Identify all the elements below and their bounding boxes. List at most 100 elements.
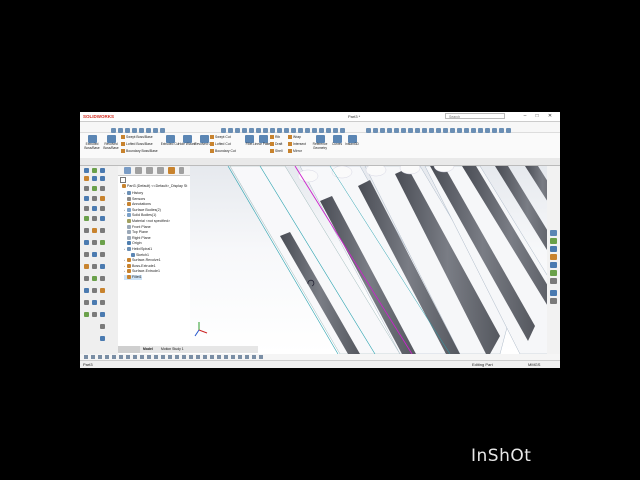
- toolbar-icon[interactable]: [100, 176, 105, 181]
- toolbar-icon[interactable]: [92, 288, 97, 293]
- rib-button[interactable]: Rib: [270, 135, 280, 140]
- task-pane-resources-icon[interactable]: [550, 238, 557, 244]
- toolbar-icon[interactable]: [100, 240, 105, 245]
- tree-item[interactable]: › History: [124, 191, 143, 196]
- toolbar-icon[interactable]: [100, 216, 105, 221]
- tree-item[interactable]: › Surface-Revolve1: [124, 258, 161, 263]
- lofted-boss-button[interactable]: Lofted Boss/Base: [121, 142, 153, 147]
- sketch-toolbar-icons[interactable]: [84, 355, 264, 359]
- maximize-button[interactable]: □: [532, 112, 542, 121]
- tree-item[interactable]: › Surface Bodies(2): [124, 208, 161, 213]
- boundary-boss-button[interactable]: Boundary Boss/Base: [121, 149, 158, 154]
- toolbar-icon[interactable]: [92, 300, 97, 305]
- swept-boss-button[interactable]: Swept Boss/Base: [121, 135, 153, 140]
- dimxpert-tab-icon[interactable]: [157, 167, 164, 174]
- tree-item[interactable]: › Annotations: [124, 202, 151, 207]
- toolbar-icon[interactable]: [84, 276, 89, 281]
- toolbar-icon[interactable]: [92, 186, 97, 191]
- display-tab-icon[interactable]: [168, 167, 175, 174]
- toolbar-icon[interactable]: [100, 288, 105, 293]
- toolbar-icon[interactable]: [92, 228, 97, 233]
- tree-item[interactable]: › Surface-Extrude1: [124, 269, 160, 274]
- toolbar-icon[interactable]: [84, 168, 89, 173]
- toolbar-icon[interactable]: [92, 252, 97, 257]
- graphics-viewport[interactable]: [190, 166, 560, 354]
- toolbar-icon[interactable]: [92, 276, 97, 281]
- toolbar-icon[interactable]: [84, 264, 89, 269]
- toolbar-icon[interactable]: [100, 186, 105, 191]
- boundary-cut-button[interactable]: Boundary Cut: [210, 149, 236, 154]
- toolbar-icon[interactable]: [100, 168, 105, 173]
- toolbar-icon[interactable]: [84, 300, 89, 305]
- app-logo[interactable]: SOLIDWORKS: [83, 113, 114, 120]
- tree-item[interactable]: Right Plane: [124, 236, 151, 241]
- task-pane-view-icon[interactable]: [550, 262, 557, 268]
- toolbar-icon[interactable]: [84, 186, 89, 191]
- toolbar-icon[interactable]: [84, 176, 89, 181]
- toolbar-icon[interactable]: [92, 312, 97, 317]
- mirror-button[interactable]: Mirror: [288, 149, 302, 154]
- task-pane-library-icon[interactable]: [550, 246, 557, 252]
- search-input[interactable]: Search: [445, 113, 505, 119]
- toolbar-icon[interactable]: [84, 288, 89, 293]
- intersect-button[interactable]: Intersect: [288, 142, 306, 147]
- toolbar-icon[interactable]: [92, 196, 97, 201]
- toolbar-icon[interactable]: [84, 206, 89, 211]
- swept-cut-button[interactable]: Swept Cut: [210, 135, 231, 140]
- config-tab-icon[interactable]: [146, 167, 153, 174]
- status-units[interactable]: MMGS: [528, 362, 540, 367]
- task-pane-appearance-icon[interactable]: [550, 270, 557, 276]
- toolbar-icon[interactable]: [100, 206, 105, 211]
- scroll-buttons[interactable]: [118, 346, 140, 353]
- toolbar-icon[interactable]: [92, 176, 97, 181]
- tree-item[interactable]: Fillet1: [124, 275, 142, 280]
- wrap-button[interactable]: Wrap: [288, 135, 301, 140]
- toolbar-icon[interactable]: [84, 240, 89, 245]
- feature-tree-tab-icon[interactable]: [124, 167, 131, 174]
- task-pane-home-icon[interactable]: [550, 230, 557, 236]
- task-pane-custom-icon[interactable]: [550, 278, 557, 284]
- shell-button[interactable]: Shell: [270, 149, 283, 154]
- tree-item[interactable]: › Helix/Spiral1: [124, 247, 152, 252]
- close-button[interactable]: ✕: [545, 112, 555, 121]
- tree-item[interactable]: Front Plane: [124, 225, 151, 230]
- revolved-boss-button[interactable]: Revolved Boss/Base: [100, 135, 122, 150]
- tree-item[interactable]: › Solid Bodies(1): [124, 213, 156, 218]
- toolbar-icon[interactable]: [100, 252, 105, 257]
- minimize-button[interactable]: –: [520, 112, 530, 121]
- toolbar-icon[interactable]: [100, 276, 105, 281]
- draft-button[interactable]: Draft: [270, 142, 282, 147]
- toolbar-icon[interactable]: [100, 312, 105, 317]
- tab-model[interactable]: Model: [143, 346, 153, 353]
- tree-item[interactable]: Origin: [124, 241, 142, 246]
- toolbar-icon[interactable]: [84, 312, 89, 317]
- toolbar-icon[interactable]: [84, 252, 89, 257]
- tree-item[interactable]: Top Plane: [124, 230, 148, 235]
- toolbar-icon[interactable]: [92, 240, 97, 245]
- toolbar-icon[interactable]: [92, 264, 97, 269]
- toolbar-icon[interactable]: [100, 324, 105, 329]
- toolbar-icon[interactable]: [100, 228, 105, 233]
- property-tab-icon[interactable]: [135, 167, 142, 174]
- toolbar-icon[interactable]: [84, 216, 89, 221]
- task-pane-icon[interactable]: [550, 298, 557, 304]
- toolbar-icon[interactable]: [92, 206, 97, 211]
- tree-item[interactable]: Sketch1: [128, 253, 149, 258]
- toolbar-icon[interactable]: [100, 336, 105, 341]
- expand-icon[interactable]: [179, 167, 184, 174]
- instant3d-button[interactable]: Instant3D: [341, 135, 363, 147]
- toolbar-icon[interactable]: [84, 196, 89, 201]
- tree-root-part[interactable]: Part3 (Default) <<Default>_Display St: [122, 184, 187, 189]
- toolbar-icon[interactable]: [92, 168, 97, 173]
- tree-item[interactable]: › Boss-Extrude1: [124, 264, 156, 269]
- toolbar-icon[interactable]: [92, 216, 97, 221]
- task-pane-explorer-icon[interactable]: [550, 254, 557, 260]
- heads-up-view-toolbar[interactable]: [340, 167, 450, 173]
- lofted-cut-button[interactable]: Lofted Cut: [210, 142, 231, 147]
- tree-item[interactable]: Sensors: [124, 197, 145, 202]
- tab-motion-study[interactable]: Motion Study 1: [161, 346, 184, 353]
- toolbar-icon[interactable]: [100, 196, 105, 201]
- toolbar-icon[interactable]: [100, 300, 105, 305]
- task-pane-icon[interactable]: [550, 290, 557, 296]
- toolbar-icon[interactable]: [84, 228, 89, 233]
